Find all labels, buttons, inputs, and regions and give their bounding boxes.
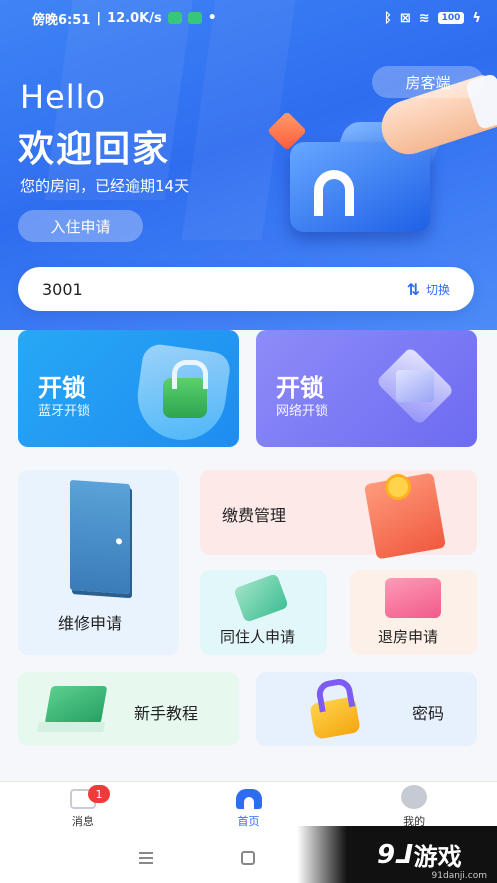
lock-icon (309, 696, 361, 740)
tab-label: 消息 (71, 815, 94, 828)
network-unlock-card[interactable]: 开锁 网络开锁 (256, 330, 477, 447)
cohabitant-apply-tile[interactable]: 同住人申请 (200, 570, 327, 655)
tile-label: 维修申请 (58, 614, 123, 633)
checkout-box-icon (385, 578, 441, 618)
laptop-icon (44, 686, 108, 724)
sim-icon: ⊠ (399, 10, 411, 26)
profile-icon (401, 785, 428, 809)
room-number: 3001 (42, 279, 83, 299)
tile-label: 新手教程 (134, 704, 199, 723)
beginner-guide-tile[interactable]: 新手教程 (18, 672, 239, 746)
switch-room-button[interactable]: ⇅ 切换 (407, 280, 450, 299)
charging-icon: ϟ (472, 10, 481, 26)
bluetooth-icon: ᛒ (384, 10, 392, 26)
room-selector[interactable]: 3001 ⇅ 切换 (18, 267, 474, 311)
status-bar: 傍晚6:51 | 12.0K/s • ᛒ ⊠ ≋ 100 ϟ (32, 10, 481, 28)
unlock-title: 开锁 (38, 374, 86, 402)
home-icon (235, 789, 262, 809)
password-tile[interactable]: 密码 (256, 672, 477, 746)
door-icon (70, 479, 130, 595)
bluetooth-unlock-card[interactable]: 开锁 蓝牙开锁 (18, 330, 239, 447)
tab-messages[interactable]: 消息 1 (0, 782, 166, 834)
coin-icon (385, 474, 411, 500)
app-notification-icon (187, 12, 202, 24)
tile-label: 密码 (412, 704, 445, 723)
menu-icon[interactable] (139, 852, 153, 864)
more-dot-icon: • (207, 10, 217, 26)
tile-label: 同住人申请 (220, 628, 296, 646)
status-time: 傍晚6:51 (32, 12, 91, 28)
swap-arrows-icon: ⇅ (406, 279, 420, 299)
checkout-apply-tile[interactable]: 退房申请 (350, 570, 477, 655)
watermark-text: 游戏 (413, 843, 462, 871)
chip-icon (396, 370, 434, 402)
welcome-title: 欢迎回家 (18, 129, 171, 170)
wifi-icon: ≋ (418, 10, 430, 26)
checkin-apply-button[interactable]: 入住申请 (18, 210, 143, 242)
network-speed: 12.0K/s (107, 10, 162, 26)
unlock-subtitle: 蓝牙开锁 (38, 404, 91, 419)
role-switch-button[interactable]: 房客端 (372, 66, 484, 98)
tile-label: 退房申请 (378, 628, 439, 646)
unlock-subtitle: 网络开锁 (276, 404, 329, 419)
pen-icon (233, 573, 289, 623)
tab-label: 首页 (237, 815, 260, 828)
app-notification-icon (167, 12, 182, 24)
tile-label: 缴费管理 (222, 506, 287, 525)
watermark-logo: 9⅃ (377, 839, 412, 870)
payment-management-tile[interactable]: 缴费管理 (200, 470, 477, 560)
unread-badge: 1 (88, 785, 110, 803)
home-square-icon[interactable] (241, 851, 255, 865)
battery-icon: 100 (437, 12, 465, 24)
unlock-title: 开锁 (276, 374, 324, 402)
site-watermark: 9⅃ 游戏 91danji.com (297, 826, 497, 883)
repair-apply-tile[interactable]: 维修申请 (18, 470, 179, 655)
overdue-notice: 您的房间，已经逾期14天 (20, 177, 190, 195)
greeting: Hello (20, 78, 107, 116)
padlock-icon (163, 360, 208, 418)
watermark-url: 91danji.com (431, 871, 487, 881)
switch-label: 切换 (425, 282, 450, 297)
